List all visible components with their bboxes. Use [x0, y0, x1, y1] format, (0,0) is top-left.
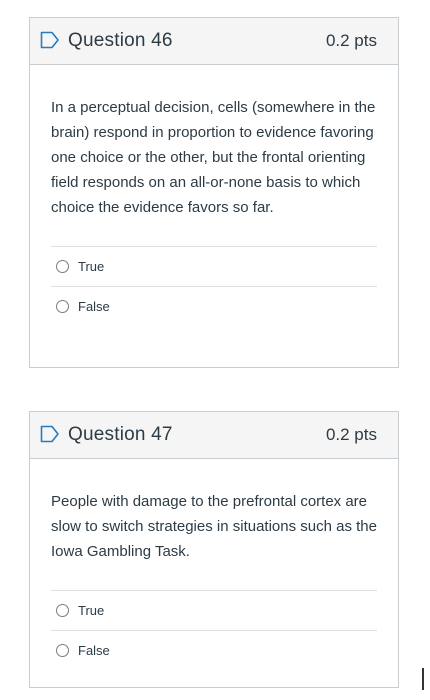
answer-option-true[interactable]: True	[51, 246, 377, 286]
flag-question-icon[interactable]	[40, 31, 60, 49]
answer-label: False	[78, 299, 110, 314]
answer-label: False	[78, 643, 110, 658]
question-46-card: Question 46 0.2 pts In a perceptual deci…	[29, 17, 399, 368]
answer-option-false[interactable]: False	[51, 286, 377, 326]
question-points: 0.2 pts	[325, 31, 377, 50]
question-title: Question 46	[68, 30, 173, 51]
question-title: Question 47	[68, 424, 173, 445]
answer-option-false[interactable]: False	[51, 630, 377, 670]
radio-unselected-icon[interactable]	[56, 644, 69, 657]
question-text: In a perceptual decision, cells (somewhe…	[51, 99, 376, 216]
radio-unselected-icon[interactable]	[56, 604, 69, 617]
question-header: Question 47 0.2 pts	[30, 412, 398, 459]
question-text: People with damage to the prefrontal cor…	[51, 493, 377, 560]
answer-label: True	[78, 259, 105, 274]
question-47-card: Question 47 0.2 pts People with damage t…	[29, 411, 399, 688]
answer-list: True False	[51, 590, 377, 670]
radio-unselected-icon[interactable]	[56, 260, 69, 273]
question-points: 0.2 pts	[325, 425, 377, 444]
question-header: Question 46 0.2 pts	[30, 18, 398, 65]
answer-option-true[interactable]: True	[51, 590, 377, 630]
answer-label: True	[78, 603, 105, 618]
question-body: People with damage to the prefrontal cor…	[30, 459, 398, 670]
radio-unselected-icon[interactable]	[56, 300, 69, 313]
flag-question-icon[interactable]	[40, 425, 60, 443]
text-cursor	[422, 668, 424, 690]
question-body: In a perceptual decision, cells (somewhe…	[30, 65, 398, 326]
answer-list: True False	[51, 246, 377, 326]
